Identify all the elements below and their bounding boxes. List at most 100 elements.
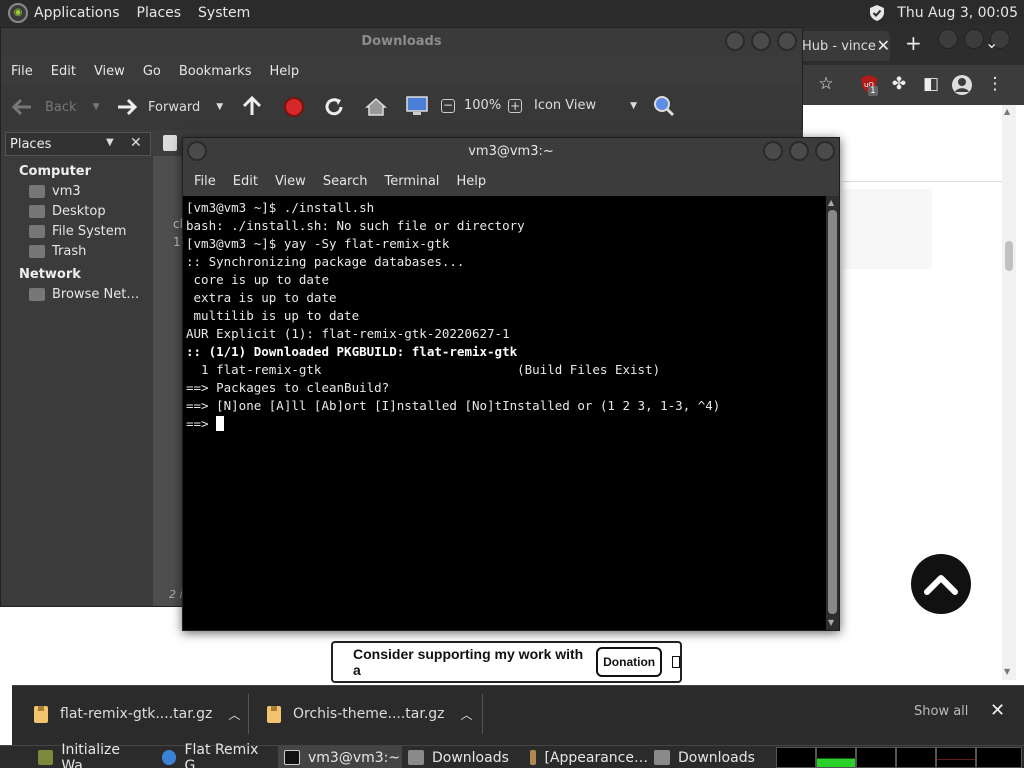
terminal-minimize-button[interactable] [763,141,783,161]
scroll-down-arrow-icon[interactable]: ▼ [1004,667,1010,676]
term-menu-view[interactable]: View [275,174,306,189]
tab-close-icon[interactable]: ✕ [877,36,890,55]
profile-avatar-icon[interactable] [951,74,973,96]
zoom-in-icon[interactable]: + [508,98,523,113]
scroll-down-arrow-icon[interactable]: ▼ [828,618,834,627]
term-menu-help[interactable]: Help [456,174,486,189]
new-tab-button[interactable]: + [905,31,922,55]
terminal-close-button[interactable] [815,141,835,161]
page-scrollbar-thumb[interactable] [1005,241,1013,271]
terminal-titlebar[interactable]: vm3@vm3:~ [183,138,839,166]
menu-system[interactable]: System [198,5,250,21]
download-separator [482,694,483,734]
fm-close-button[interactable] [777,31,797,51]
distro-logo-icon[interactable]: ◉ [8,2,28,23]
donation-button[interactable]: Donation [596,647,663,677]
fm-menu-view[interactable]: View [94,64,125,79]
side-panel-icon[interactable]: ◧ [920,74,942,96]
memory-monitor[interactable] [816,747,856,768]
view-mode-dropdown-icon[interactable]: ▼ [630,101,637,111]
sidebar-item-trash[interactable]: Trash [29,244,151,259]
download-item[interactable]: flat-remix-gtk....tar.gz ︿ [34,686,240,742]
ublock-extension-icon[interactable]: uO 1 [858,74,880,96]
sidebar-section-network: Network [19,267,81,282]
bookmark-star-icon[interactable]: ☆ [815,74,837,96]
downloads-close-icon[interactable]: ✕ [990,700,1005,721]
shield-icon[interactable] [869,4,885,22]
menu-applications[interactable]: Applications [34,5,120,21]
taskbar-item[interactable]: Downloads [648,746,772,768]
sidebar-close-icon[interactable]: ✕ [130,135,142,151]
network-icon [29,288,45,301]
back-dropdown-icon[interactable]: ▼ [93,102,100,112]
browser-minimize-button[interactable] [938,29,958,49]
menu-places[interactable]: Places [137,5,182,21]
term-menu-terminal[interactable]: Terminal [384,174,439,189]
scroll-to-top-button[interactable] [911,554,971,614]
sidebar-dropdown-icon[interactable]: ▼ [106,137,114,148]
swap-monitor[interactable] [896,747,936,768]
fm-maximize-button[interactable] [751,31,771,51]
taskbar-item[interactable]: Downloads [402,746,524,768]
term-menu-file[interactable]: File [194,174,216,189]
appearance-icon [530,750,537,765]
terminal-maximize-button[interactable] [789,141,809,161]
term-menu-edit[interactable]: Edit [233,174,258,189]
back-button[interactable]: Back ▼ [11,98,99,116]
fm-titlebar[interactable]: Downloads [1,28,802,56]
zoom-out-icon[interactable]: − [441,98,455,113]
tab-search-icon[interactable]: ⌄ [985,33,998,52]
up-button[interactable] [241,95,263,117]
terminal-scrollbar-thumb[interactable] [828,210,837,614]
terminal-prompt-line[interactable]: ==> [186,415,826,433]
show-all-downloads-button[interactable]: Show all [914,704,968,719]
fm-menu-bookmarks[interactable]: Bookmarks [179,64,252,79]
forward-dropdown-icon[interactable]: ▼ [216,102,223,112]
reload-button[interactable] [323,96,345,118]
donation-close-icon[interactable] [672,656,680,668]
sidebar-item-vm3[interactable]: vm3 [29,184,151,199]
terminal-cursor [216,416,225,431]
fm-menu-file[interactable]: File [11,64,33,79]
chevron-up-icon[interactable]: ︿ [228,706,240,723]
edit-path-icon[interactable] [163,135,177,151]
computer-button[interactable] [405,95,429,117]
scroll-up-arrow-icon[interactable]: ▲ [828,198,834,207]
forward-button[interactable]: Forward ▼ [116,98,223,116]
load-monitor[interactable] [936,747,976,768]
fm-menu-go[interactable]: Go [143,64,161,79]
disk-monitor[interactable] [976,747,1022,768]
sidebar-header[interactable]: Places ▼ ✕ [5,132,151,156]
view-mode-select[interactable]: Icon View ▼ [534,98,637,113]
sidebar-item-file-system[interactable]: File System [29,224,151,239]
terminal-screen[interactable]: [vm3@vm3 ~]$ ./install.sh bash: ./install… [183,196,826,630]
search-button[interactable] [653,95,675,117]
chevron-up-icon[interactable]: ︿ [461,706,473,723]
cpu-monitor[interactable] [776,747,816,768]
taskbar-item[interactable]: Flat Remix G… [156,742,278,768]
sidebar-item-desktop[interactable]: Desktop [29,204,151,219]
fm-menu-help[interactable]: Help [269,64,299,79]
stop-button[interactable] [283,96,305,118]
browser-menu-icon[interactable]: ⋮ [984,74,1006,96]
clock[interactable]: Thu Aug 3, 00:05 [897,5,1018,21]
zoom-control[interactable]: − 100% + [441,98,523,113]
page-scrollbar[interactable]: ▲ ▼ [1002,105,1016,680]
scroll-up-arrow-icon[interactable]: ▲ [1004,107,1010,116]
browser-maximize-button[interactable] [964,29,984,49]
terminal-line: :: Synchronizing package databases... [186,254,465,269]
home-button[interactable] [365,96,387,118]
extensions-puzzle-icon[interactable]: ✤ [888,74,910,96]
term-menu-search[interactable]: Search [323,174,368,189]
browser-tab[interactable]: Hub - vince ✕ [800,31,890,61]
fm-menu-edit[interactable]: Edit [51,64,76,79]
download-item[interactable]: Orchis-theme....tar.gz ︿ [267,686,473,742]
fm-minimize-button[interactable] [725,31,745,51]
sidebar-item-browse-network[interactable]: Browse Net… [29,287,151,302]
network-monitor[interactable] [856,747,896,768]
terminal-menubar: File Edit View Search Terminal Help [183,166,839,196]
taskbar-item[interactable]: vm3@vm3:~ [278,746,402,768]
terminal-scrollbar[interactable]: ▲ ▼ [826,196,839,630]
taskbar-item[interactable]: Initialize Wa… [32,742,156,768]
taskbar-item[interactable]: [Appearance… [524,746,648,768]
